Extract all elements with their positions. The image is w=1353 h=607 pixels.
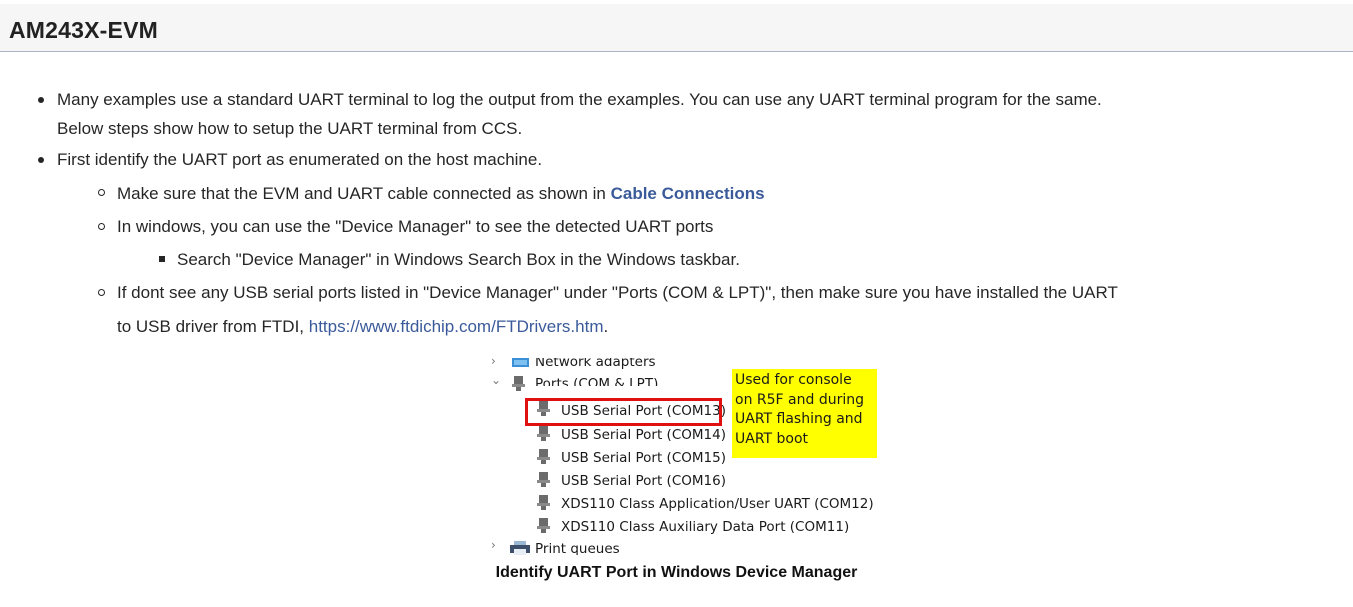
bullet-disc <box>38 97 44 103</box>
section-title: AM243X-EVM <box>9 17 158 43</box>
sub-bullet-1-text: Make sure that the EVM and UART cable co… <box>117 184 611 203</box>
print-queues-label: Print queues <box>535 541 620 555</box>
section-header: AM243X-EVM <box>0 4 1353 52</box>
bullet-1-line-1: Many examples use a standard UART termin… <box>57 90 1102 109</box>
note-line: Used for console <box>735 372 852 388</box>
ports-group-label: Ports (COM & LPT) <box>535 376 659 386</box>
chevron-right-icon: › <box>491 358 496 368</box>
network-adapters-label: Network adapters <box>535 358 656 370</box>
figure-caption: Identify UART Port in Windows Device Man… <box>495 564 858 581</box>
port-icon <box>537 518 550 533</box>
bullet-circle <box>98 189 105 196</box>
bullet-square <box>159 256 165 262</box>
sub-bullet-3-line-1: If dont see any USB serial ports listed … <box>117 283 1118 302</box>
cable-connections-link[interactable]: Cable Connections <box>611 184 765 203</box>
bullet-1-line-2: Below steps show how to setup the UART t… <box>57 119 523 138</box>
port-icon <box>537 472 550 487</box>
sub-bullet-1: Make sure that the EVM and UART cable co… <box>117 183 765 205</box>
print-queues-clip: › Print queues <box>485 538 905 555</box>
note-line: UART flashing and <box>735 411 863 427</box>
ftdi-driver-link[interactable]: https://www.ftdichip.com/FTDrivers.htm <box>309 317 604 336</box>
port-icon <box>537 449 550 464</box>
port-icon <box>537 426 550 441</box>
bullet-circle <box>98 223 105 230</box>
printer-icon <box>510 541 530 555</box>
console-port-note: Used for console on R5F and during UART … <box>732 369 877 458</box>
port-item[interactable]: USB Serial Port (COM14) <box>561 425 726 445</box>
bullet-circle <box>98 289 105 296</box>
com13-highlight-box <box>525 398 722 426</box>
sub-bullet-2: In windows, you can use the "Device Mana… <box>117 217 714 236</box>
port-item[interactable]: XDS110 Class Auxiliary Data Port (COM11) <box>561 517 849 537</box>
note-line: on R5F and during <box>735 391 864 408</box>
port-icon <box>537 495 550 510</box>
sub-bullet-3-end: . <box>603 317 609 336</box>
sub-bullet-3-line-2: to USB driver from FTDI, https://www.ftd… <box>117 316 608 338</box>
port-icon <box>512 376 525 391</box>
device-manager-screenshot: › Network adapters ⌄ Ports (COM & LPT) U… <box>485 358 905 558</box>
sub-sub-bullet-1: Search "Device Manager" in Windows Searc… <box>177 250 740 269</box>
port-item[interactable]: USB Serial Port (COM16) <box>561 471 726 491</box>
sub-bullet-3-text: to USB driver from FTDI, <box>117 317 309 336</box>
bullet-disc <box>38 157 44 163</box>
port-item[interactable]: USB Serial Port (COM15) <box>561 448 726 468</box>
note-line: UART boot <box>735 430 809 447</box>
chevron-down-icon: ⌄ <box>491 373 502 387</box>
port-item[interactable]: XDS110 Class Application/User UART (COM1… <box>561 494 874 514</box>
network-adapter-icon <box>512 358 529 367</box>
bullet-2-text: First identify the UART port as enumerat… <box>57 150 543 169</box>
chevron-right-icon: › <box>491 538 496 552</box>
